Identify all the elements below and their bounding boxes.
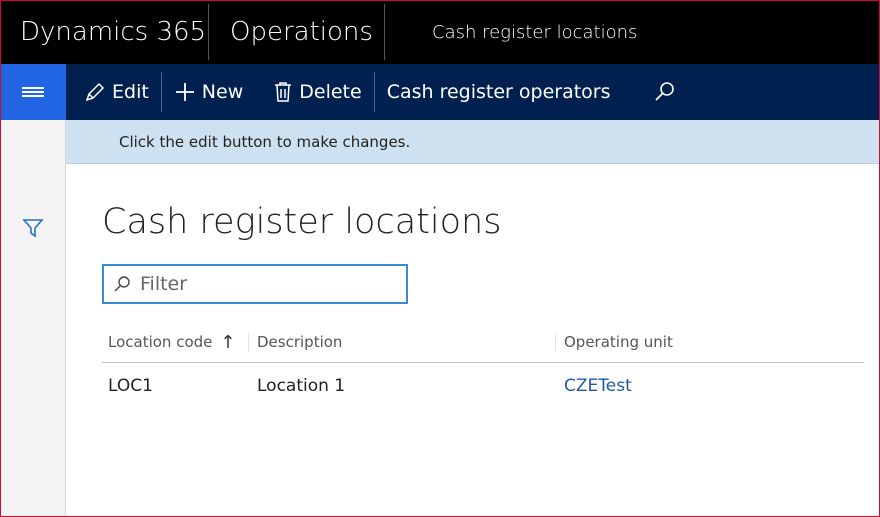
page-title: Cash register locations [102, 202, 502, 242]
filter-field[interactable] [102, 264, 408, 304]
table-row[interactable]: LOC1 Location 1 CZETest [102, 363, 864, 409]
column-label: Location code [108, 333, 213, 351]
info-message: Click the edit button to make changes. [119, 132, 411, 151]
delete-button[interactable]: Delete [265, 64, 369, 120]
filter-icon[interactable] [22, 218, 44, 238]
locations-grid: Location code ↑ Description Operating un… [102, 322, 864, 409]
cell-location-code: LOC1 [108, 376, 153, 396]
app-name[interactable]: Dynamics 365 [0, 0, 208, 64]
grid-header: Location code ↑ Description Operating un… [102, 322, 864, 363]
edit-label: Edit [112, 81, 149, 103]
separator [373, 72, 375, 112]
hamburger-menu-button[interactable] [0, 64, 66, 120]
cell-operating-unit-link[interactable]: CZETest [564, 376, 632, 396]
column-header-description[interactable]: Description [248, 333, 555, 351]
cash-register-operators-label: Cash register operators [386, 81, 611, 103]
search-icon [114, 276, 130, 292]
cell-description: Location 1 [257, 376, 346, 396]
module-name[interactable]: Operations [209, 0, 384, 64]
column-header-location-code[interactable]: Location code ↑ [102, 332, 248, 353]
info-message-bar: Click the edit button to make changes. [66, 120, 880, 164]
trash-icon [275, 82, 292, 102]
plus-icon [175, 83, 194, 101]
search-icon [654, 82, 674, 101]
hamburger-icon [22, 85, 44, 99]
action-pane: Edit New Delete Cash register operators [0, 64, 880, 120]
delete-label: Delete [299, 81, 362, 103]
new-button[interactable]: New [166, 64, 251, 120]
column-header-operating-unit[interactable]: Operating unit [555, 333, 864, 351]
edit-button[interactable]: Edit [76, 64, 157, 120]
breadcrumb-page-title: Cash register locations [432, 21, 638, 43]
cash-register-operators-button[interactable]: Cash register operators [379, 64, 619, 120]
search-button[interactable] [645, 64, 691, 120]
column-label: Operating unit [564, 333, 673, 351]
pencil-icon [85, 82, 105, 102]
new-label: New [201, 81, 244, 103]
left-navigation-rail [0, 120, 66, 517]
separator [160, 72, 162, 112]
filter-input[interactable] [138, 272, 392, 296]
column-label: Description [257, 333, 343, 351]
sort-ascending-icon: ↑ [220, 331, 236, 353]
top-navigation-bar: Dynamics 365 Operations Cash register lo… [0, 0, 880, 64]
